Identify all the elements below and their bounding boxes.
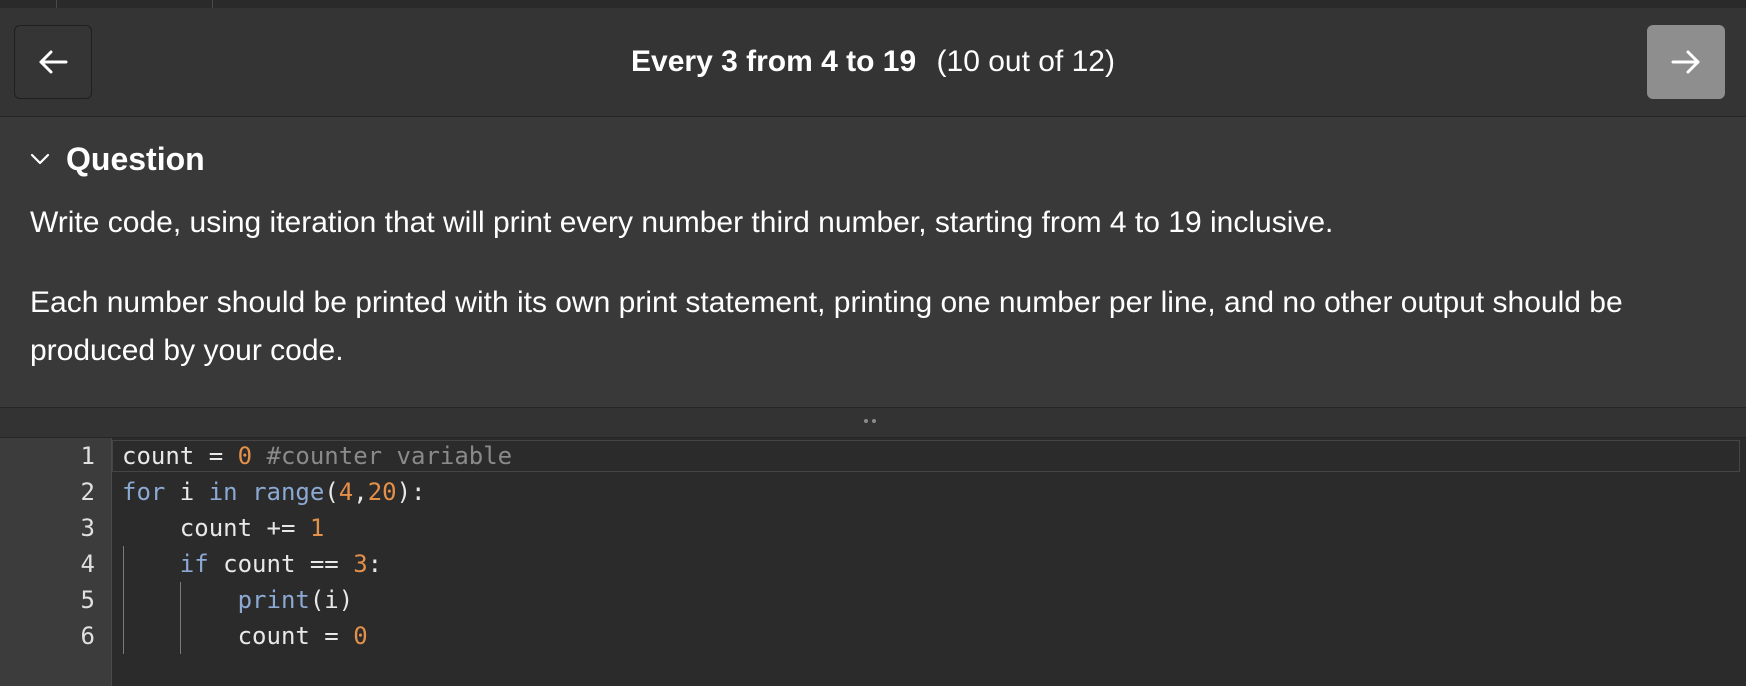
code-token: , — [353, 478, 368, 506]
code-line[interactable]: if count == 3: — [122, 546, 382, 582]
code-token: range — [252, 478, 325, 506]
tab-divider — [56, 0, 57, 8]
code-token: 20 — [367, 478, 397, 506]
drag-handle-icon[interactable] — [862, 418, 878, 424]
code-token: 3 — [353, 550, 368, 578]
panel-splitter[interactable] — [0, 408, 1746, 438]
question-paragraph: Write code, using iteration that will pr… — [30, 206, 1334, 239]
chevron-down-icon[interactable] — [28, 147, 52, 171]
code-line[interactable]: count = 0 #counter variable — [122, 438, 512, 474]
tab-divider — [212, 0, 213, 8]
code-token: ( — [324, 478, 339, 506]
code-line[interactable]: for i in range(4,20): — [122, 474, 426, 510]
code-token: : — [367, 550, 383, 578]
question-paragraph: Each number should be printed with its o… — [30, 286, 1623, 367]
line-number: 3 — [80, 514, 95, 542]
line-number: 6 — [80, 622, 95, 650]
code-token: 4 — [338, 478, 354, 506]
code-line[interactable]: count += 1 — [122, 510, 325, 546]
code-token: 1 — [309, 514, 325, 542]
line-number: 1 — [80, 442, 95, 470]
code-token: count = — [122, 622, 354, 650]
arrow-right-icon — [1671, 50, 1700, 74]
code-token: for — [122, 478, 166, 506]
code-line[interactable]: print(i) — [122, 582, 354, 618]
line-number: 2 — [80, 478, 95, 506]
question-panel: Question Write code, using iteration tha… — [0, 117, 1746, 408]
code-token: print — [237, 586, 310, 614]
next-exercise-button[interactable] — [1647, 25, 1725, 99]
code-token: 0 — [237, 442, 253, 470]
code-token: count = — [122, 442, 238, 470]
code-token: ): — [396, 478, 426, 506]
exercise-header: Every 3 from 4 to 19 (10 out of 12) — [0, 8, 1746, 117]
code-token: 0 — [353, 622, 368, 650]
code-editor[interactable]: 1 2 3 4 5 6 count = 0 #counter variable f… — [0, 438, 1746, 686]
question-heading[interactable]: Question — [66, 141, 205, 177]
exercise-title: Every 3 from 4 to 19 (10 out of 12) — [0, 45, 1746, 79]
code-token: in — [208, 478, 238, 506]
code-token: count += — [122, 514, 310, 542]
exercise-name: Every 3 from 4 to 19 — [631, 45, 917, 78]
line-number-gutter: 1 2 3 4 5 6 — [0, 438, 112, 686]
code-token: #counter variable — [252, 442, 513, 470]
line-number: 5 — [80, 586, 95, 614]
code-token: if — [179, 550, 209, 578]
code-line[interactable]: count = 0 — [122, 618, 368, 654]
code-token: count == — [208, 550, 354, 578]
code-token: i — [165, 478, 209, 506]
line-number: 4 — [80, 550, 95, 578]
exercise-progress: (10 out of 12) — [936, 45, 1115, 78]
code-token: (i) — [309, 586, 354, 614]
